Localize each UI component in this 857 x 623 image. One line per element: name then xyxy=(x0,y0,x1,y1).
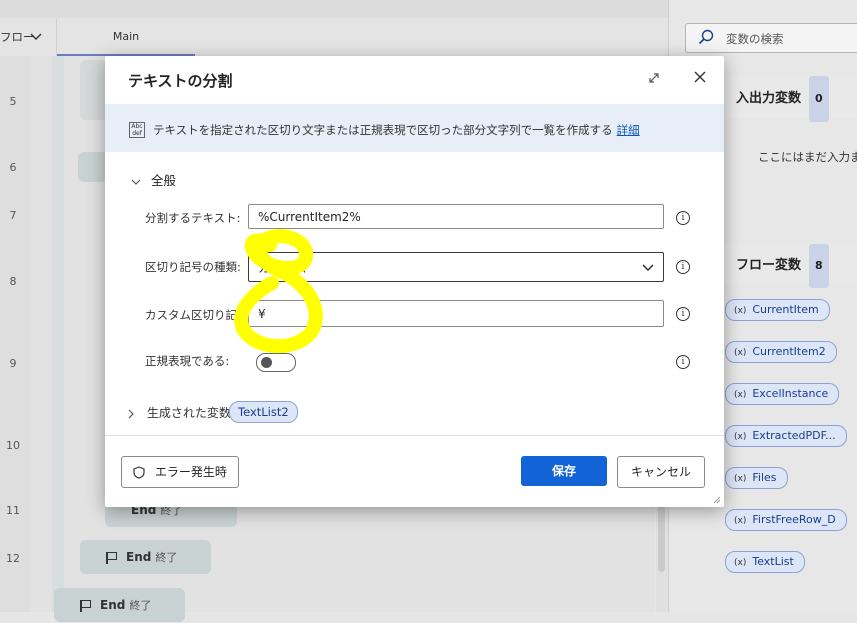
variable-name: CurrentItem xyxy=(752,303,819,316)
cancel-button[interactable]: キャンセル xyxy=(617,456,705,488)
info-text: テキストを指定された区切り文字または正規表現で区切った部分文字列で一覧を作成する… xyxy=(153,122,640,138)
variable-search-input[interactable]: 変数の検索 xyxy=(685,23,857,53)
variable-chip[interactable]: (x) CurrentItem xyxy=(725,299,830,321)
end-jp-label: 終了 xyxy=(155,551,178,564)
variable-icon: (x) xyxy=(734,516,747,526)
variable-chip[interactable]: (x) TextList xyxy=(725,551,805,573)
variable-icon: (x) xyxy=(734,558,747,568)
variable-name: TextList xyxy=(752,555,794,568)
general-section-header[interactable]: 全般 xyxy=(131,170,176,189)
chevron-down-icon xyxy=(131,173,151,188)
end-block[interactable]: End 終了 xyxy=(80,540,211,574)
save-button[interactable]: 保存 xyxy=(521,456,607,486)
io-empty-text: ここにはまだ入力また xyxy=(758,150,857,164)
variable-chip[interactable]: (x) CurrentItem2 xyxy=(725,341,837,363)
split-text-label: 分割するテキスト: xyxy=(145,211,241,225)
variable-chip[interactable]: (x) Files xyxy=(725,467,788,489)
end-jp-label: 終了 xyxy=(129,599,152,612)
action-info-icon: Abc def xyxy=(129,122,145,138)
flow-variables-title: フロー変数 xyxy=(736,258,802,273)
variable-chip[interactable]: (x) ExtractedPDF... xyxy=(725,425,847,447)
info-icon[interactable]: i xyxy=(676,260,690,274)
output-variable-chip[interactable]: TextList2 xyxy=(229,401,298,423)
search-placeholder: 変数の検索 xyxy=(726,32,784,46)
top-bar xyxy=(0,0,668,19)
footer-divider xyxy=(105,435,724,436)
end-block[interactable]: End 終了 xyxy=(54,588,185,622)
line-number: 11 xyxy=(6,504,20,517)
output-section-header[interactable]: 生成された変数 xyxy=(127,404,231,421)
variable-icon: (x) xyxy=(734,432,747,442)
variable-name: ExtractedPDF... xyxy=(752,429,836,442)
flag-icon xyxy=(106,551,118,564)
flow-variables-count: 8 xyxy=(809,244,829,288)
line-gutter xyxy=(0,56,30,612)
io-variables-count: 0 xyxy=(809,76,829,122)
end-label: End xyxy=(100,598,126,612)
variable-chip[interactable]: (x) ExcelInstance xyxy=(725,383,840,405)
general-section-title: 全般 xyxy=(150,173,176,188)
chevron-down-icon xyxy=(641,253,655,294)
dialog-title: テキストの分割 xyxy=(128,72,233,90)
split-text-dialog: テキストの分割 Abc def テキストを指定された区切り文字または正規表現で区… xyxy=(105,56,724,507)
line-number: 9 xyxy=(9,357,17,370)
details-link[interactable]: 詳細 xyxy=(617,123,640,137)
info-icon[interactable]: i xyxy=(676,307,690,321)
info-icon[interactable]: i xyxy=(676,211,690,225)
variable-chip[interactable]: (x) FirstFreeRow_D xyxy=(725,509,847,531)
shield-icon xyxy=(133,465,155,479)
flow-variables-header[interactable]: フロー変数 8 xyxy=(724,244,857,288)
io-variables-title: 入出力変数 xyxy=(736,91,802,106)
io-variables-header[interactable]: 入出力変数 0 xyxy=(724,76,857,122)
tab-main[interactable]: Main xyxy=(57,18,195,56)
variable-icon: (x) xyxy=(734,474,747,484)
line-number: 6 xyxy=(9,161,17,174)
end-label: End xyxy=(126,550,152,564)
line-number: 12 xyxy=(6,552,20,565)
variable-name: CurrentItem2 xyxy=(752,345,826,358)
variable-icon: (x) xyxy=(734,348,747,358)
info-icon[interactable]: i xyxy=(676,355,690,369)
variable-icon: (x) xyxy=(734,306,747,316)
variable-name: ExcelInstance xyxy=(752,387,829,400)
flow-connector xyxy=(52,56,64,612)
flag-icon xyxy=(80,599,92,612)
close-icon[interactable] xyxy=(693,68,707,89)
loop-block[interactable] xyxy=(78,152,108,182)
resize-grip-icon[interactable] xyxy=(711,494,721,507)
output-section-title: 生成された変数 xyxy=(146,406,231,420)
line-number: 10 xyxy=(6,439,20,452)
variable-name: FirstFreeRow_D xyxy=(752,513,836,526)
expand-icon[interactable] xyxy=(648,72,660,87)
on-error-button[interactable]: エラー発生時 xyxy=(121,456,239,488)
variable-name: Files xyxy=(752,471,777,484)
line-number: 5 xyxy=(9,95,17,108)
on-error-label: エラー発生時 xyxy=(154,465,227,479)
search-icon xyxy=(698,29,714,48)
flow-dropdown[interactable]: フロー xyxy=(0,18,57,56)
info-description: テキストを指定された区切り文字または正規表現で区切った部分文字列で一覧を作成する xyxy=(153,123,613,137)
chevron-right-icon xyxy=(127,406,147,420)
variable-icon: (x) xyxy=(734,390,747,400)
highlight-annotation xyxy=(234,229,323,354)
line-number: 8 xyxy=(9,275,17,288)
line-number: 7 xyxy=(9,209,17,222)
chevron-down-icon xyxy=(30,18,42,56)
